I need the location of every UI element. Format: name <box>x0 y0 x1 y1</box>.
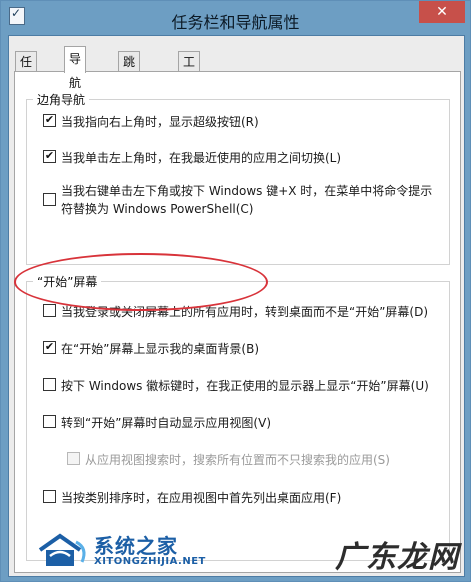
window-title: 任务栏和导航属性 <box>171 13 300 32</box>
option-switch-recent-apps[interactable]: ✔ 当我单击左上角时，在我最近使用的应用之间切换(L) <box>43 149 443 169</box>
option-label: 当我右键单击左下角或按下 Windows 键+X 时，在菜单中将命令提示符替换为… <box>61 184 433 216</box>
checkbox-show-desktop-background[interactable]: ✔ <box>43 341 56 354</box>
title-bar[interactable]: 任务栏和导航属性 ✕ <box>1 1 470 35</box>
checkbox-replace-with-powershell[interactable] <box>43 193 56 206</box>
checkbox-show-charms[interactable]: ✔ <box>43 114 56 127</box>
option-label: 按下 Windows 徽标键时，在我正使用的显示器上显示“开始”屏幕(U) <box>61 379 429 393</box>
tab-navigation[interactable]: 导航 <box>64 46 87 90</box>
guangdong-watermark: 广东龙网 <box>335 540 459 575</box>
close-button[interactable]: ✕ <box>419 1 465 23</box>
option-label: 从应用视图搜索时，搜索所有位置而不只搜索我的应用(S) <box>85 453 390 467</box>
watermark-title: 系统之家 <box>94 534 178 558</box>
option-list-desktop-apps-first[interactable]: 当按类别排序时，在应用视图中首先列出桌面应用(F) <box>43 489 443 509</box>
option-replace-with-powershell[interactable]: 当我右键单击左下角或按下 Windows 键+X 时，在菜单中将命令提示符替换为… <box>43 182 443 222</box>
corner-navigation-group: 边角导航 ✔ 当我指向右上角时，显示超级按钮(R) ✔ 当我单击左上角时，在我最… <box>26 91 450 265</box>
xitongzhijia-watermark: 系统之家 XITONGZHIJIA.NET <box>36 528 206 572</box>
option-label: 当我单击左上角时，在我最近使用的应用之间切换(L) <box>61 151 342 165</box>
option-search-everywhere: 从应用视图搜索时，搜索所有位置而不只搜索我的应用(S) <box>67 451 443 471</box>
checkbox-search-everywhere <box>67 452 80 465</box>
option-label: 当我指向右上角时，显示超级按钮(R) <box>61 115 259 129</box>
highlight-ellipse <box>14 253 268 311</box>
option-label: 当按类别排序时，在应用视图中首先列出桌面应用(F) <box>61 491 342 505</box>
option-label: 在“开始”屏幕上显示我的桌面背景(B) <box>61 342 260 356</box>
checkbox-go-to-desktop[interactable] <box>43 304 56 317</box>
tab-jump-lists[interactable]: 跳转列表 <box>118 51 141 129</box>
checkbox-list-desktop-apps-first[interactable] <box>43 490 56 503</box>
tab-taskbar[interactable]: 任务栏 <box>15 51 38 109</box>
house-logo-icon <box>38 533 86 566</box>
option-show-charms[interactable]: ✔ 当我指向右上角时，显示超级按钮(R) <box>43 113 443 133</box>
option-show-desktop-background[interactable]: ✔ 在“开始”屏幕上显示我的桌面背景(B) <box>43 340 443 360</box>
checkbox-auto-apps-view[interactable] <box>43 415 56 428</box>
option-start-on-current-display[interactable]: 按下 Windows 徽标键时，在我正使用的显示器上显示“开始”屏幕(U) <box>43 377 443 397</box>
watermark-subtitle: XITONGZHIJIA.NET <box>94 556 206 567</box>
option-auto-apps-view[interactable]: 转到“开始”屏幕时自动显示应用视图(V) <box>43 414 443 434</box>
checkbox-start-on-current-display[interactable] <box>43 378 56 391</box>
tab-toolbars[interactable]: 工具栏 <box>178 51 201 109</box>
navigation-tab-panel: 边角导航 ✔ 当我指向右上角时，显示超级按钮(R) ✔ 当我单击左上角时，在我最… <box>14 71 461 573</box>
checkbox-switch-recent-apps[interactable]: ✔ <box>43 150 56 163</box>
start-screen-group: “开始”屏幕 当我登录或关闭屏幕上的所有应用时，转到桌面而不是“开始”屏幕(D)… <box>26 273 450 561</box>
option-label: 转到“开始”屏幕时自动显示应用视图(V) <box>61 416 272 430</box>
